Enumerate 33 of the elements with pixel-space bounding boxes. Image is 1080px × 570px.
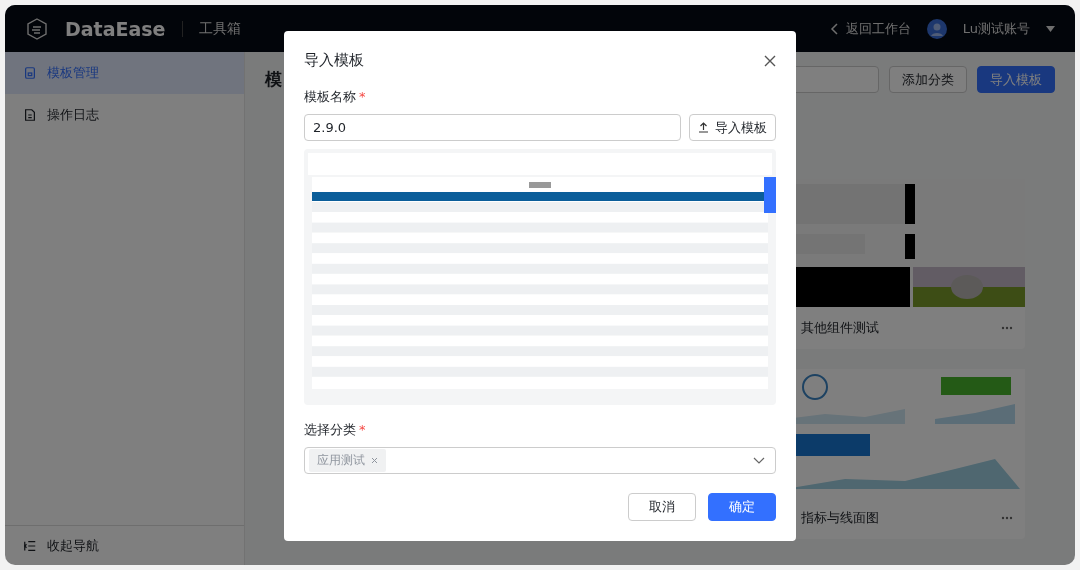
document-icon [23,108,37,122]
sidebar-item[interactable]: 模板管理 [5,52,244,94]
logo: DataEase [65,17,166,40]
user-name[interactable]: Lu测试账号 [962,19,1030,38]
dialog-title: 导入模板 [304,51,364,70]
collapse-icon [23,538,37,553]
category-tag: 应用测试 [309,449,386,472]
dialog-button[interactable]: 取消 [628,493,696,521]
toolbar-button[interactable]: 导入模板 [977,66,1055,93]
page-title: 模 [265,68,282,91]
field-label: 选择分类 * [304,421,367,439]
chevron-down-icon[interactable] [753,456,765,465]
back-link[interactable]: 返回工作台 [829,19,911,38]
name-input[interactable]: 2.9.0 [304,114,681,141]
collapse-nav-button[interactable]: 收起导航 [5,525,244,565]
logo-icon [25,16,49,41]
template-icon [23,66,37,80]
app-name: 工具箱 [198,19,241,38]
dialog-button[interactable]: 确定 [708,493,776,521]
more-icon[interactable] [1001,516,1013,520]
toolbar-button[interactable]: 添加分类 [889,66,967,93]
upload-icon [698,122,709,133]
card-name: 其他组件测试 [801,319,879,337]
category-select[interactable]: 应用测试 [304,447,776,474]
sidebar-item[interactable]: 操作日志 [5,94,244,136]
upload-button[interactable]: 导入模板 [689,114,776,141]
card-name: 指标与线面图 [801,509,879,527]
caret-icon[interactable] [1046,25,1055,32]
more-icon[interactable] [1001,326,1013,330]
avatar-icon[interactable] [926,18,947,39]
chevron-left-icon [829,22,840,35]
close-icon[interactable] [764,54,776,67]
field-label: 模板名称 * [304,88,367,106]
